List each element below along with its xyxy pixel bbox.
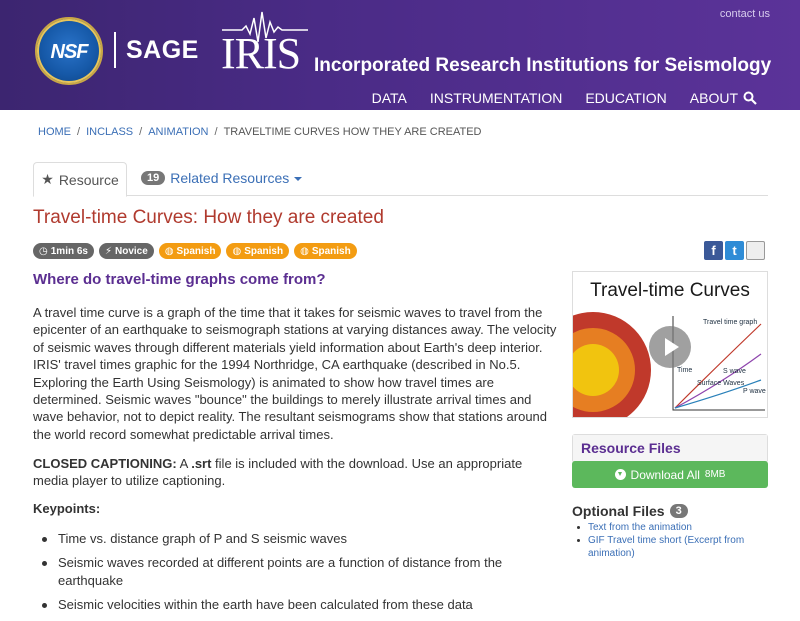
nav-education[interactable]: EDUCATION	[585, 90, 666, 106]
resource-files-panel: Resource Files	[572, 434, 768, 463]
breadcrumb-separator: /	[214, 126, 218, 138]
share-buttons: f t	[704, 241, 765, 260]
p-wave-label: P wave	[743, 388, 766, 395]
language-badge[interactable]: ◍ Spanish	[158, 243, 222, 259]
section-heading: Where do travel-time graphs come from?	[33, 271, 326, 288]
download-size: 8MB	[704, 469, 726, 480]
language-text: Spanish	[311, 245, 351, 257]
resource-badges: ◷ 1min 6s ⚡ Novice ◍ Spanish ◍ Spanish ◍ Span…	[33, 243, 357, 259]
list-item: GIF Travel time short (Excerpt from anim…	[576, 534, 766, 560]
iris-full-name: Incorporated Research Institutions for S…	[314, 55, 772, 76]
search-icon[interactable]	[743, 91, 757, 105]
optional-count-badge: 3	[669, 504, 688, 518]
star-icon: ★	[41, 171, 54, 187]
resource-files-heading: Resource Files	[573, 435, 767, 462]
iris-logo[interactable]: IRIS	[221, 28, 301, 79]
list-item: Seismic waves recorded at different poin…	[42, 554, 558, 589]
globe-icon: ◍	[232, 245, 242, 257]
optional-files-heading: Optional Files 3	[572, 503, 688, 519]
breadcrumb: HOME / INCLASS / ANIMATION / TRAVELTIME …	[38, 126, 482, 138]
print-icon[interactable]	[746, 241, 765, 260]
globe-icon: ◍	[300, 245, 309, 257]
list-item: Seismic velocities within the earth have…	[42, 596, 558, 613]
tab-related-label: Related Resources	[170, 170, 290, 186]
nsf-logo-text: NSF	[50, 41, 89, 63]
site-header: contact us NSF SAGE IRIS Incorporated Re…	[0, 0, 800, 110]
s-wave-label: S wave	[723, 368, 746, 375]
resource-tabs: ★ Resource 19 Related Resources	[33, 160, 768, 197]
download-icon	[614, 469, 626, 480]
surface-waves-label: Surface Waves	[697, 380, 745, 387]
nav-data[interactable]: DATA	[372, 90, 407, 106]
list-item: Text from the animation	[576, 521, 766, 534]
breadcrumb-separator: /	[139, 126, 143, 138]
clock-icon: ◷	[39, 245, 48, 257]
breadcrumb-home[interactable]: HOME	[38, 126, 71, 138]
globe-icon: ◍	[164, 245, 174, 257]
keypoints-label: Keypoints:	[33, 501, 101, 516]
play-icon[interactable]	[649, 326, 691, 368]
tab-resource[interactable]: ★ Resource	[33, 162, 127, 197]
related-count-badge: 19	[141, 171, 166, 185]
cc-pre: A	[176, 456, 192, 471]
breadcrumb-current: TRAVELTIME CURVES HOW THEY ARE CREATED	[223, 126, 482, 138]
optional-files-label: Optional Files	[572, 503, 665, 519]
contact-link[interactable]: contact us	[720, 8, 770, 20]
cc-ext: .srt	[191, 456, 212, 471]
language-text: Spanish	[244, 245, 284, 257]
bolt-icon: ⚡	[104, 245, 113, 257]
page-title: Travel-time Curves: How they are created	[33, 207, 384, 228]
duration-badge: ◷ 1min 6s	[33, 243, 94, 259]
language-badge[interactable]: ◍ Spanish	[294, 243, 357, 259]
level-badge: ⚡ Novice	[98, 243, 154, 259]
language-badge[interactable]: ◍ Spanish	[226, 243, 290, 259]
caret-down-icon	[294, 177, 303, 181]
description-text: A travel time curve is a graph of the ti…	[33, 305, 557, 442]
sage-logo[interactable]: SAGE	[126, 36, 199, 65]
tab-related-resources[interactable]: 19 Related Resources	[141, 170, 303, 186]
time-axis-label: Time	[677, 367, 693, 374]
duration-text: 1min 6s	[50, 245, 88, 257]
facebook-icon[interactable]: f	[704, 241, 723, 260]
optional-files-list: Text from the animation GIF Travel time …	[576, 521, 766, 560]
language-text: Spanish	[176, 245, 216, 257]
level-text: Novice	[115, 245, 148, 257]
nav-about[interactable]: ABOUT	[690, 90, 738, 106]
optional-file-link[interactable]: Text from the animation	[588, 522, 692, 533]
breadcrumb-separator: /	[77, 126, 81, 138]
breadcrumb-animation[interactable]: ANIMATION	[148, 126, 208, 138]
video-thumbnail[interactable]: Travel-time Curves Travel time graph Tim…	[572, 271, 768, 418]
nav-instrumentation[interactable]: INSTRUMENTATION	[430, 90, 562, 106]
optional-file-link[interactable]: GIF Travel time short (Excerpt from anim…	[588, 535, 744, 559]
download-all-button[interactable]: Download All 8MB	[572, 461, 768, 488]
main-nav: DATA INSTRUMENTATION EDUCATION ABOUT	[372, 90, 738, 106]
graph-label: Travel time graph	[703, 319, 758, 326]
logo-divider	[114, 32, 116, 68]
cc-label: CLOSED CAPTIONING:	[33, 456, 177, 471]
keypoints-list: Time vs. distance graph of P and S seism…	[42, 530, 558, 621]
closed-captioning-text: CLOSED CAPTIONING: A .srt file is includ…	[33, 455, 558, 490]
list-item: Time vs. distance graph of P and S seism…	[42, 530, 558, 547]
nsf-logo[interactable]: NSF	[35, 17, 103, 85]
tab-resource-label: Resource	[58, 171, 119, 188]
video-title: Travel-time Curves	[590, 280, 750, 301]
twitter-icon[interactable]: t	[725, 241, 744, 260]
breadcrumb-inclass[interactable]: INCLASS	[86, 126, 133, 138]
download-label: Download All	[630, 467, 700, 482]
